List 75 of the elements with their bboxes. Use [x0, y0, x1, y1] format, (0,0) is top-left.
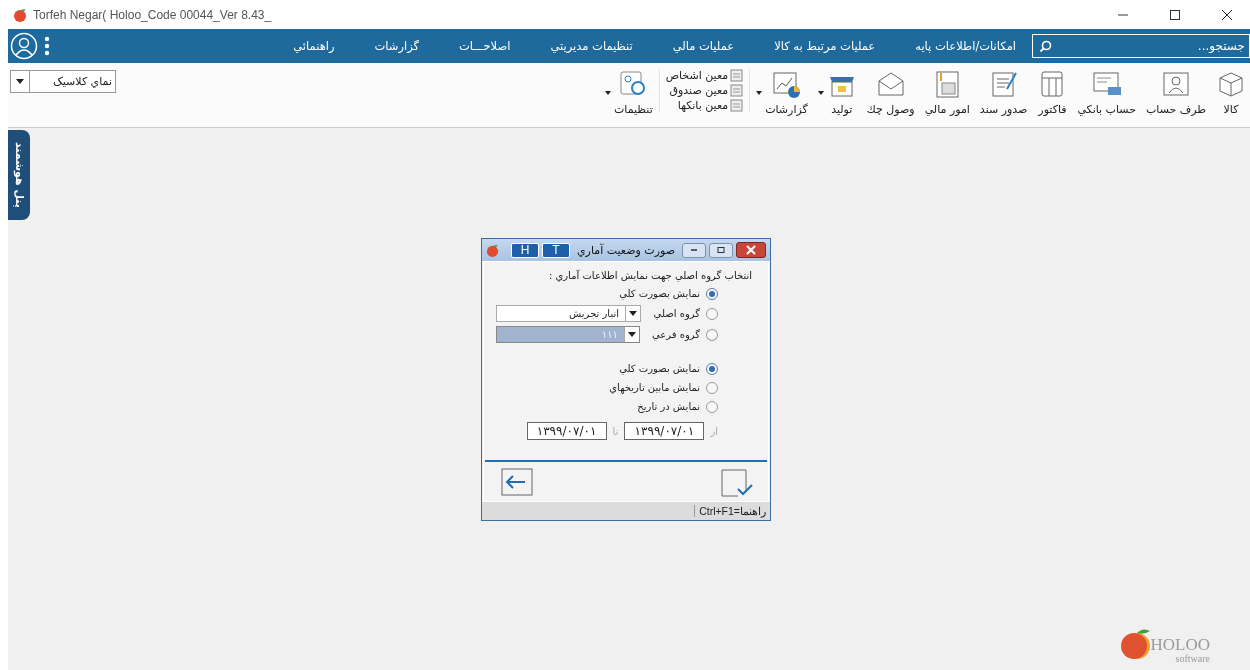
- group-dropdown[interactable]: انبار تجريش: [496, 305, 641, 322]
- menu-item[interactable]: عمليات مرتبط به کالا: [774, 39, 876, 53]
- search-icon[interactable]: [1039, 40, 1052, 53]
- title-button[interactable]: T: [542, 242, 570, 258]
- toolbar-button[interactable]: توليد: [813, 69, 861, 116]
- dialog-title: صورت وضعيت آماري: [577, 243, 675, 257]
- restore-button[interactable]: [709, 242, 733, 258]
- document-icon: [730, 99, 744, 112]
- toolbar-button[interactable]: صدور سند: [975, 69, 1032, 116]
- option-label: نمايش در تاريخ: [637, 401, 700, 412]
- toolbar-link[interactable]: معين صندوق: [665, 84, 744, 97]
- apple-icon: [486, 243, 499, 257]
- toolbar-button[interactable]: کالا: [1212, 69, 1250, 116]
- caret-icon: [604, 91, 611, 95]
- toolbar-button[interactable]: امور مالي: [920, 69, 974, 116]
- radio-button[interactable]: [706, 287, 718, 300]
- caret-icon: [627, 332, 636, 337]
- toolbar-link[interactable]: معين اشخاص: [665, 69, 744, 82]
- close-icon: [745, 245, 757, 255]
- minimize-icon: [689, 246, 699, 254]
- apple-icon: [13, 7, 27, 22]
- menu-item[interactable]: تنظيمات مديريتي: [550, 39, 633, 53]
- menu-item[interactable]: امکانات/اطلاعات پايه: [915, 39, 1016, 53]
- more-icon[interactable]: [44, 36, 50, 56]
- option-label: گروه اصلي: [653, 308, 700, 319]
- logo-tagline: software: [1175, 653, 1210, 664]
- user-icon[interactable]: [10, 32, 38, 60]
- radio-button[interactable]: [706, 400, 718, 413]
- caret-icon: [16, 79, 24, 84]
- side-panel-tab[interactable]: پنل هوشمند: [8, 130, 30, 220]
- window-title: Torfeh Negar( Holoo_Code 00044_Ver 8.43_: [33, 7, 272, 22]
- toolbar-button[interactable]: تنظيمات: [600, 69, 657, 116]
- toolbar-button[interactable]: گزارشات: [752, 69, 812, 116]
- option-label: نمايش بصورت کلي: [619, 288, 700, 299]
- from-label: از: [710, 425, 718, 437]
- menu-item[interactable]: عمليات مالي: [672, 39, 735, 53]
- maximize-icon[interactable]: [1169, 8, 1181, 21]
- toolbar-button[interactable]: حساب بانکي: [1073, 69, 1140, 116]
- radio-button[interactable]: [706, 307, 718, 320]
- chart-icon: [771, 69, 802, 99]
- status-text: راهنما=Ctrl+F1: [694, 505, 766, 517]
- option-label: نمايش بصورت کلي: [619, 363, 700, 374]
- confirm-button[interactable]: [720, 468, 754, 498]
- search-field[interactable]: جستجو...: [1032, 34, 1250, 58]
- option-label: گروه فرعي: [651, 329, 701, 340]
- prompt-text: انتخاب گروه اصلي جهت نمايش اطلاعات آماري :: [547, 270, 753, 281]
- date-field[interactable]: ۱۳۹۹/۰۷/۰۱: [624, 422, 705, 440]
- check-icon: [720, 468, 754, 498]
- toolbar-link[interactable]: معين بانكها: [665, 99, 744, 112]
- back-button[interactable]: [500, 468, 534, 498]
- document-icon: [730, 84, 744, 97]
- caret-icon: [756, 91, 763, 95]
- menu-item[interactable]: گزارشات: [374, 39, 420, 53]
- toolbar-button[interactable]: وصول چك: [862, 69, 919, 116]
- date-field[interactable]: ۱۳۹۹/۰۷/۰۱: [526, 422, 607, 440]
- toolbar-button[interactable]: طرف حساب: [1141, 69, 1210, 116]
- radio-button[interactable]: [706, 381, 718, 394]
- toolbar-button[interactable]: فاکتور: [1033, 69, 1072, 116]
- person-card-icon: [1161, 69, 1191, 99]
- caret-icon: [629, 311, 637, 316]
- caret-icon: [817, 91, 824, 95]
- view-dropdown[interactable]: نماي کلاسيک: [10, 70, 116, 93]
- close-icon[interactable]: [1221, 8, 1233, 21]
- option-label: نمايش مابين تاريخهاي: [609, 382, 700, 393]
- radio-button[interactable]: [706, 362, 718, 375]
- to-label: تا: [612, 425, 619, 437]
- restore-icon: [716, 246, 726, 254]
- radio-button[interactable]: [706, 328, 718, 341]
- close-button[interactable]: [736, 242, 766, 258]
- minimize-button[interactable]: [682, 242, 706, 258]
- menu-item[interactable]: راهنمائي: [293, 39, 335, 53]
- menu-item[interactable]: اصلاحـــات: [459, 39, 511, 53]
- document-icon: [730, 69, 744, 82]
- logo-text: HOLOO: [1150, 637, 1210, 653]
- title-button[interactable]: H: [511, 242, 539, 258]
